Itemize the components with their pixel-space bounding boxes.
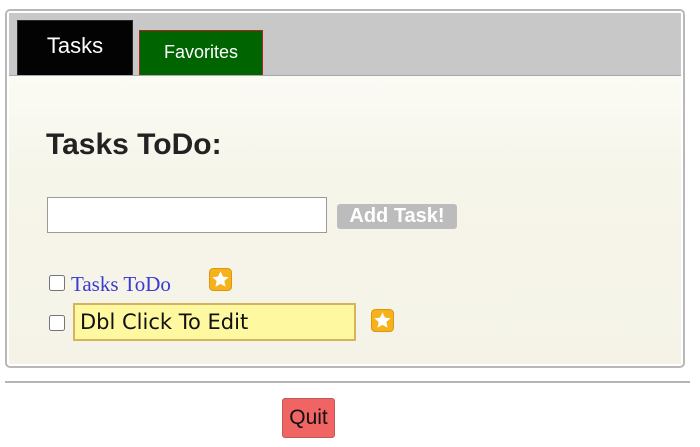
star-favorite-icon[interactable] (209, 268, 232, 291)
tab-bar: Tasks Favorites (9, 13, 681, 76)
task-edit-field[interactable]: Dbl Click To Edit (73, 303, 356, 341)
star-favorite-icon[interactable] (371, 309, 394, 332)
tasks-panel: Tasks ToDo: Add Task! Tasks ToDo Dbl Cli… (9, 76, 681, 364)
tab-favorites[interactable]: Favorites (139, 30, 263, 75)
task-item: Dbl Click To Edit (49, 303, 409, 341)
add-task-button[interactable]: Add Task! (337, 204, 457, 229)
divider (5, 381, 690, 383)
task-label[interactable]: Tasks ToDo (71, 272, 171, 297)
tab-tasks[interactable]: Tasks (17, 20, 133, 75)
tab-container: Tasks Favorites Tasks ToDo: Add Task! Ta… (5, 9, 685, 368)
task-checkbox[interactable] (49, 315, 65, 331)
task-checkbox[interactable] (49, 275, 65, 291)
page-title: Tasks ToDo: (46, 128, 222, 161)
new-task-input[interactable] (47, 197, 327, 233)
task-item: Tasks ToDo (49, 266, 249, 302)
quit-button[interactable]: Quit (282, 398, 335, 438)
